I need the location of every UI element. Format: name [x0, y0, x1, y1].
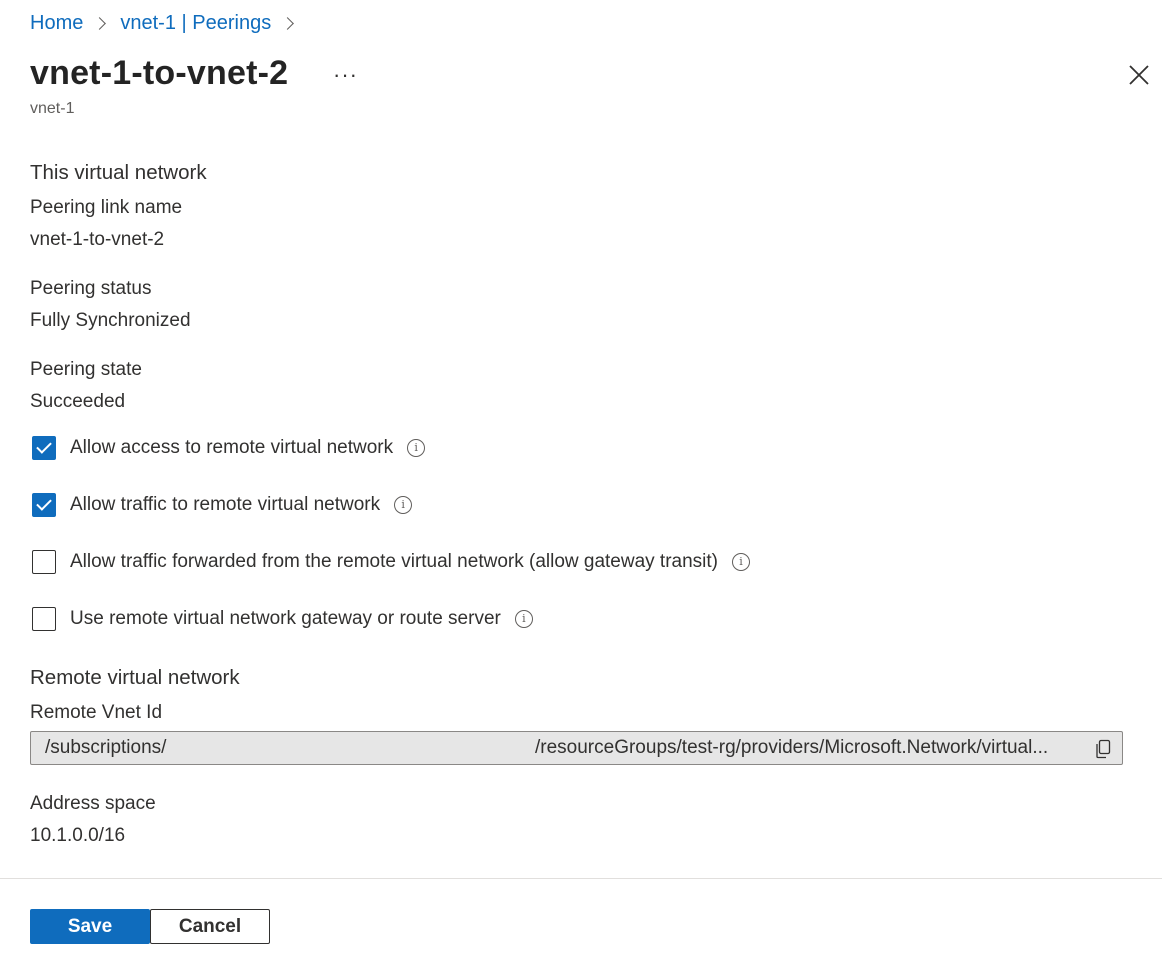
option-allow-gateway-transit[interactable]: Allow traffic forwarded from the remote … — [32, 550, 751, 574]
peering-state-value: Succeeded — [30, 391, 126, 412]
option-use-remote-gateway[interactable]: Use remote virtual network gateway or ro… — [32, 607, 533, 631]
peering-link-name-value: vnet-1-to-vnet-2 — [30, 229, 165, 250]
chevron-right-icon — [281, 17, 295, 30]
section-heading-this-network: This virtual network — [30, 161, 207, 184]
peering-link-name-label: Peering link name — [30, 197, 183, 218]
peering-status-value: Fully Synchronized — [30, 310, 191, 331]
info-icon[interactable]: i — [407, 439, 426, 457]
checkbox-checked[interactable] — [32, 436, 56, 460]
checkbox-checked[interactable] — [32, 493, 56, 517]
more-options-button[interactable]: ··· — [333, 62, 358, 88]
save-button[interactable]: Save — [30, 909, 150, 944]
address-space-value: 10.1.0.0/16 — [30, 825, 126, 846]
info-icon[interactable]: i — [514, 610, 533, 628]
breadcrumb: Home vnet-1 | Peerings — [30, 12, 308, 35]
info-icon[interactable]: i — [732, 553, 751, 571]
address-space-label: Address space — [30, 793, 156, 814]
option-allow-access[interactable]: Allow access to remote virtual network i — [32, 436, 426, 460]
page-title: vnet-1-to-vnet-2 — [30, 54, 289, 92]
section-heading-remote-network: Remote virtual network — [30, 666, 240, 689]
option-label: Allow traffic forwarded from the remote … — [70, 551, 719, 572]
checkbox-unchecked[interactable] — [32, 550, 56, 574]
copy-icon[interactable] — [1094, 739, 1112, 759]
remote-vnet-id-prefix: /subscriptions/ — [45, 737, 167, 758]
breadcrumb-home[interactable]: Home — [30, 12, 83, 35]
cancel-button[interactable]: Cancel — [150, 909, 270, 944]
peering-blade: Home vnet-1 | Peerings vnet-1-to-vnet-2 … — [0, 0, 1162, 968]
close-icon[interactable] — [1127, 63, 1151, 87]
remote-vnet-id-suffix: /resourceGroups/test-rg/providers/Micros… — [535, 737, 1049, 758]
option-label: Allow access to remote virtual network — [70, 437, 394, 458]
option-allow-traffic[interactable]: Allow traffic to remote virtual network … — [32, 493, 413, 517]
peering-status-label: Peering status — [30, 278, 152, 299]
chevron-right-icon — [93, 17, 107, 30]
info-icon[interactable]: i — [394, 496, 413, 514]
page-subtitle: vnet-1 — [30, 100, 75, 117]
option-label: Use remote virtual network gateway or ro… — [70, 608, 501, 629]
footer-divider — [0, 878, 1162, 879]
remote-vnet-id-field[interactable]: /subscriptions/ /resourceGroups/test-rg/… — [30, 731, 1123, 765]
breadcrumb-vnet-peerings[interactable]: vnet-1 | Peerings — [120, 12, 271, 35]
option-label: Allow traffic to remote virtual network — [70, 494, 381, 515]
checkbox-unchecked[interactable] — [32, 607, 56, 631]
remote-vnet-id-label: Remote Vnet Id — [30, 702, 163, 723]
peering-state-label: Peering state — [30, 359, 142, 380]
